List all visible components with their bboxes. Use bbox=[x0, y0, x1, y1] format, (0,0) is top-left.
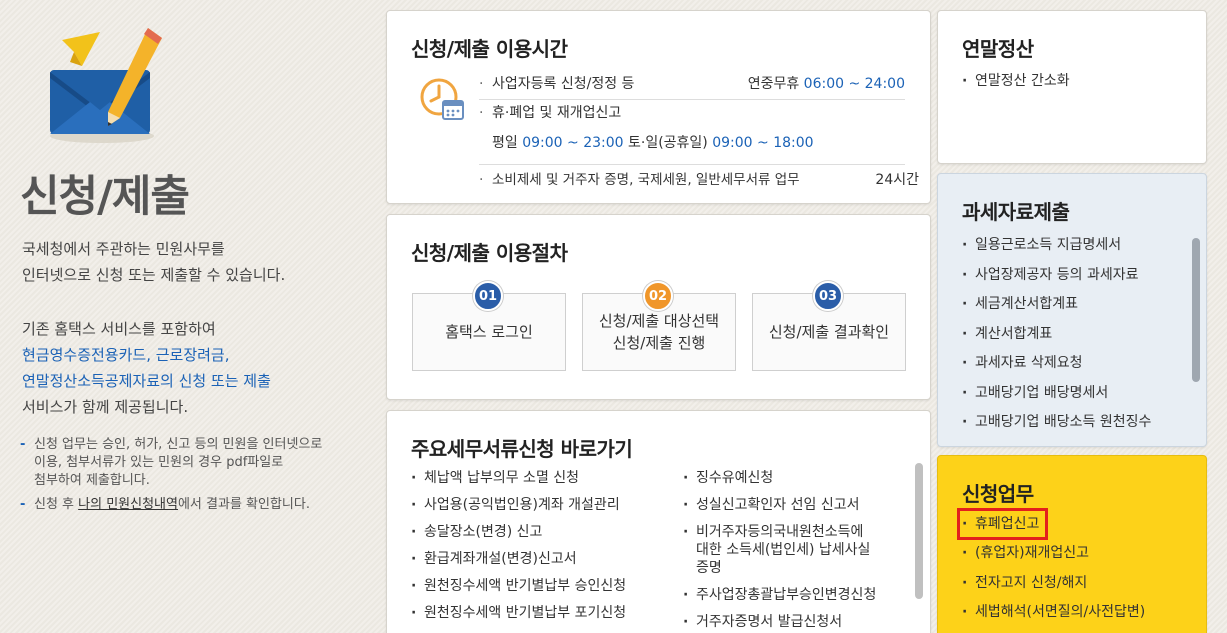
usage-procedure-card: 신청/제출 이용절차 01 홈택스 로그인 02 신청/제출 대상선택 신청/제출… bbox=[386, 214, 931, 400]
step-number-badge: 03 bbox=[813, 281, 843, 311]
intro-panel: 신청/제출 국세청에서 주관하는 민원사무를 인터넷으로 신청 또는 제출할 수… bbox=[0, 0, 370, 633]
shortcut-link[interactable]: 주사업장총괄납부승인변경신청 bbox=[683, 586, 876, 604]
my-requests-link[interactable]: 나의 민원신청내역 bbox=[78, 497, 178, 512]
hours-row-detail: 평일 09:00 ~ 23:00 토·일(공휴일) 09:00 ~ 18:00 bbox=[492, 135, 814, 151]
shortcut-link[interactable]: 원천징수세액 반기별납부 포기신청 bbox=[411, 604, 626, 622]
hours-row: · 소비제세 및 거주자 증명, 국제세원, 일반세무서류 업무 24시간 bbox=[479, 172, 919, 188]
year-end-settlement-card: 연말정산 연말정산 간소화 bbox=[937, 10, 1207, 164]
page-title: 신청/제출 bbox=[20, 172, 190, 222]
card-title: 연말정산 bbox=[962, 37, 1034, 61]
shortcut-link[interactable]: 환급계좌개설(변경)신고서 bbox=[411, 550, 626, 568]
tax-data-link[interactable]: 일용근로소득 지급명세서 bbox=[962, 231, 1151, 261]
tax-data-list: 일용근로소득 지급명세서 사업장제공자 등의 과세자료 세금계산서합계표 계산서… bbox=[962, 231, 1151, 438]
e-notice-link[interactable]: 전자고지 신청/해지 bbox=[962, 569, 1145, 599]
year-end-list: 연말정산 간소화 bbox=[962, 67, 1070, 97]
tax-law-inquiry-link[interactable]: 세법해석(서면질의/사전답변) bbox=[962, 598, 1145, 628]
shortcut-link[interactable]: 거주자증명서 발급신청서 bbox=[683, 613, 876, 631]
tax-data-link[interactable]: 고배당기업 배당명세서 bbox=[962, 379, 1151, 409]
intro-services: 기존 홈택스 서비스를 포함하여 현금영수증전용카드, 근로장려금, 연말정산소… bbox=[22, 320, 271, 416]
card-title: 신청/제출 이용시간 bbox=[411, 37, 568, 61]
tax-data-link[interactable]: 고배당기업 배당소득 원천징수 bbox=[962, 408, 1151, 438]
application-list: 휴폐업신고 (휴업자)재개업신고 전자고지 신청/해지 세법해석(서면질의/사전… bbox=[956, 508, 1145, 628]
tax-document-shortcuts-card: 주요세무서류신청 바로가기 체납액 납부의무 소멸 신청 사업용(공익법인용)계… bbox=[386, 410, 931, 633]
intro-notes: 신청 업무는 승인, 허가, 신고 등의 민원을 인터넷으로 이용, 첨부서류가… bbox=[20, 436, 350, 520]
step-number-badge: 01 bbox=[473, 281, 503, 311]
shortcut-link[interactable]: 사업용(공익법인용)계좌 개설관리 bbox=[411, 496, 626, 514]
shortcut-list-right: 징수유예신청 성실신고확인자 선임 신고서 비거주자등의국내원천소득에 대한 소… bbox=[683, 469, 876, 633]
step-number-badge: 02 bbox=[643, 281, 673, 311]
shortcuts-scrollbar[interactable] bbox=[915, 463, 923, 599]
tax-data-link[interactable]: 사업장제공자 등의 과세자료 bbox=[962, 261, 1151, 291]
shortcut-link[interactable]: 송달장소(변경) 신고 bbox=[411, 523, 626, 541]
tax-data-link[interactable]: 세금계산서합계표 bbox=[962, 290, 1151, 320]
tax-data-link[interactable]: 계산서합계표 bbox=[962, 320, 1151, 350]
card-title: 신청업무 bbox=[962, 482, 1034, 506]
card-title: 과세자료제출 bbox=[962, 200, 1070, 224]
note-item: 신청 후 나의 민원신청내역에서 결과를 확인합니다. bbox=[20, 496, 350, 514]
hours-row: · 사업자등록 신청/정정 등 연중무휴 06:00 ~ 24:00 bbox=[479, 76, 905, 92]
shortcut-link[interactable]: 원천징수세액 반기별납부 승인신청 bbox=[411, 577, 626, 595]
tax-data-submission-card: 과세자료제출 일용근로소득 지급명세서 사업장제공자 등의 과세자료 세금계산서… bbox=[937, 173, 1207, 447]
shortcut-link[interactable]: 체납액 납부의무 소멸 신청 bbox=[411, 469, 626, 487]
tax-data-scrollbar[interactable] bbox=[1192, 238, 1200, 382]
year-end-link[interactable]: 연말정산 간소화 bbox=[962, 67, 1070, 97]
hours-row: · 휴·폐업 및 재개업신고 bbox=[479, 105, 622, 121]
shortcut-link[interactable]: 성실신고확인자 선임 신고서 bbox=[683, 496, 876, 514]
divider bbox=[479, 164, 905, 165]
intro-description: 국세청에서 주관하는 민원사무를 인터넷으로 신청 또는 제출할 수 있습니다. bbox=[22, 240, 286, 284]
envelope-pencil-icon bbox=[50, 28, 162, 143]
reopen-report-link[interactable]: (휴업자)재개업신고 bbox=[962, 539, 1145, 569]
card-title: 주요세무서류신청 바로가기 bbox=[411, 437, 633, 461]
hours-list: · 사업자등록 신청/정정 등 연중무휴 06:00 ~ 24:00 · 휴·폐… bbox=[479, 71, 919, 195]
tax-data-link[interactable]: 과세자료 삭제요청 bbox=[962, 349, 1151, 379]
application-tasks-card: 신청업무 휴폐업신고 (휴업자)재개업신고 전자고지 신청/해지 세법해석(서면… bbox=[937, 455, 1207, 633]
usage-hours-card: 신청/제출 이용시간 · 사업자등록 신청/정정 등 연중무휴 06:00 ~ … bbox=[386, 10, 931, 204]
shortcut-link[interactable]: 비거주자등의국내원천소득에 대한 소득세(법인세) 납세사실 증명 bbox=[683, 523, 876, 577]
closure-report-link[interactable]: 휴폐업신고 bbox=[956, 508, 1049, 540]
clock-calendar-icon bbox=[420, 78, 464, 120]
shortcut-list-left: 체납액 납부의무 소멸 신청 사업용(공익법인용)계좌 개설관리 송달장소(변경… bbox=[411, 469, 626, 631]
shortcut-link[interactable]: 징수유예신청 bbox=[683, 469, 876, 487]
note-item: 신청 업무는 승인, 허가, 신고 등의 민원을 인터넷으로 이용, 첨부서류가… bbox=[20, 436, 350, 490]
card-title: 신청/제출 이용절차 bbox=[411, 241, 568, 265]
